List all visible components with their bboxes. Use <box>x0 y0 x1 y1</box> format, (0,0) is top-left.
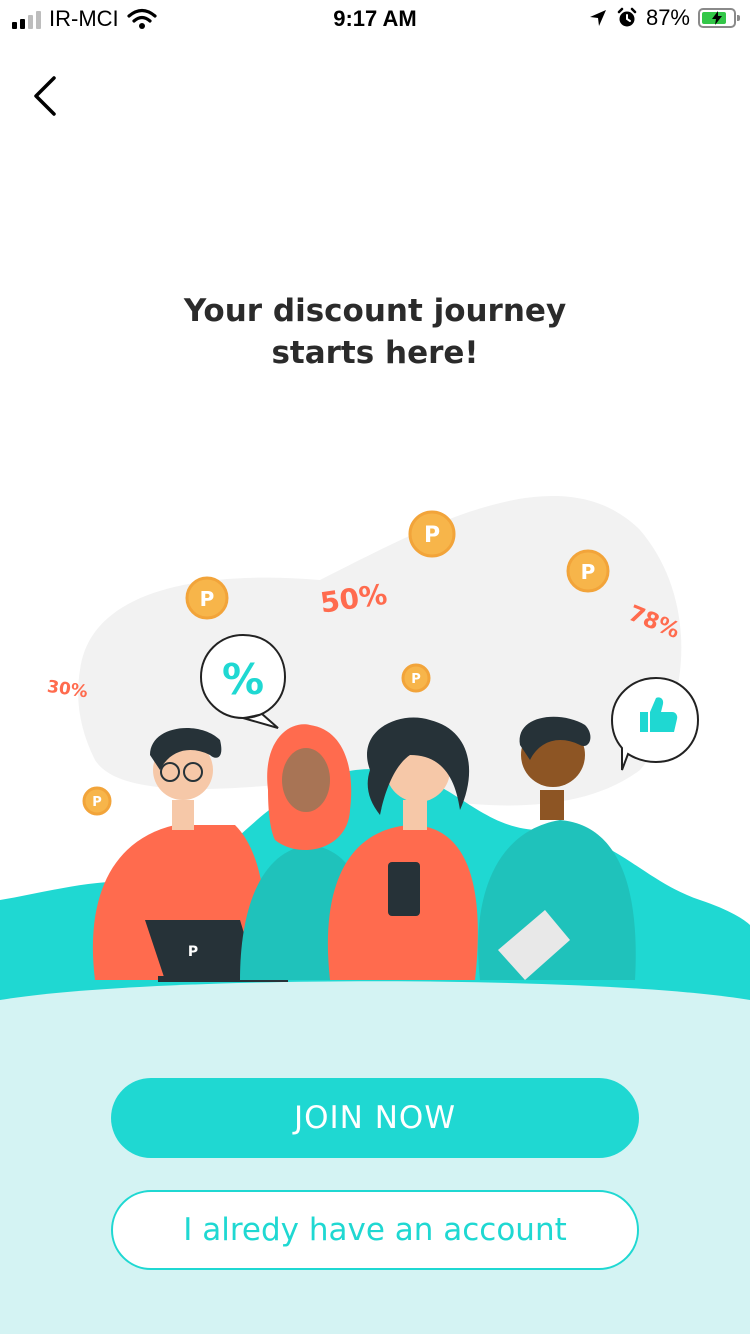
join-now-button[interactable]: JOIN NOW <box>111 1078 639 1158</box>
status-bar: IR-MCI 9:17 AM 87% <box>0 0 750 40</box>
coin-letter: P <box>411 672 421 687</box>
page-title-line-1: Your discount journey <box>183 293 567 329</box>
coin-letter: P <box>92 795 102 810</box>
coin-letter: P <box>200 587 215 611</box>
location-arrow-icon <box>589 10 606 26</box>
chevron-left-icon <box>34 76 56 116</box>
status-right: 87% <box>588 5 740 31</box>
svg-text:P: P <box>188 944 198 960</box>
badge-30: 30% <box>46 677 89 702</box>
hero-illustration: P P P P P 50% 78% 30% % P <box>0 496 750 1020</box>
battery-charging-icon <box>698 8 740 28</box>
page-title: Your discount journey starts here! <box>0 290 750 374</box>
alarm-icon <box>617 7 637 27</box>
page-title-line-2: starts here! <box>271 335 479 371</box>
coin-letter: P <box>424 523 440 548</box>
back-button[interactable] <box>24 72 72 120</box>
battery-percent: 87% <box>645 5 690 30</box>
coin-letter: P <box>581 560 596 584</box>
bottom-panel <box>0 1012 750 1334</box>
existing-account-button[interactable]: I alredy have an account <box>111 1190 639 1270</box>
thumbs-up-bubble-icon <box>610 676 700 771</box>
svg-text:%: % <box>222 655 264 704</box>
